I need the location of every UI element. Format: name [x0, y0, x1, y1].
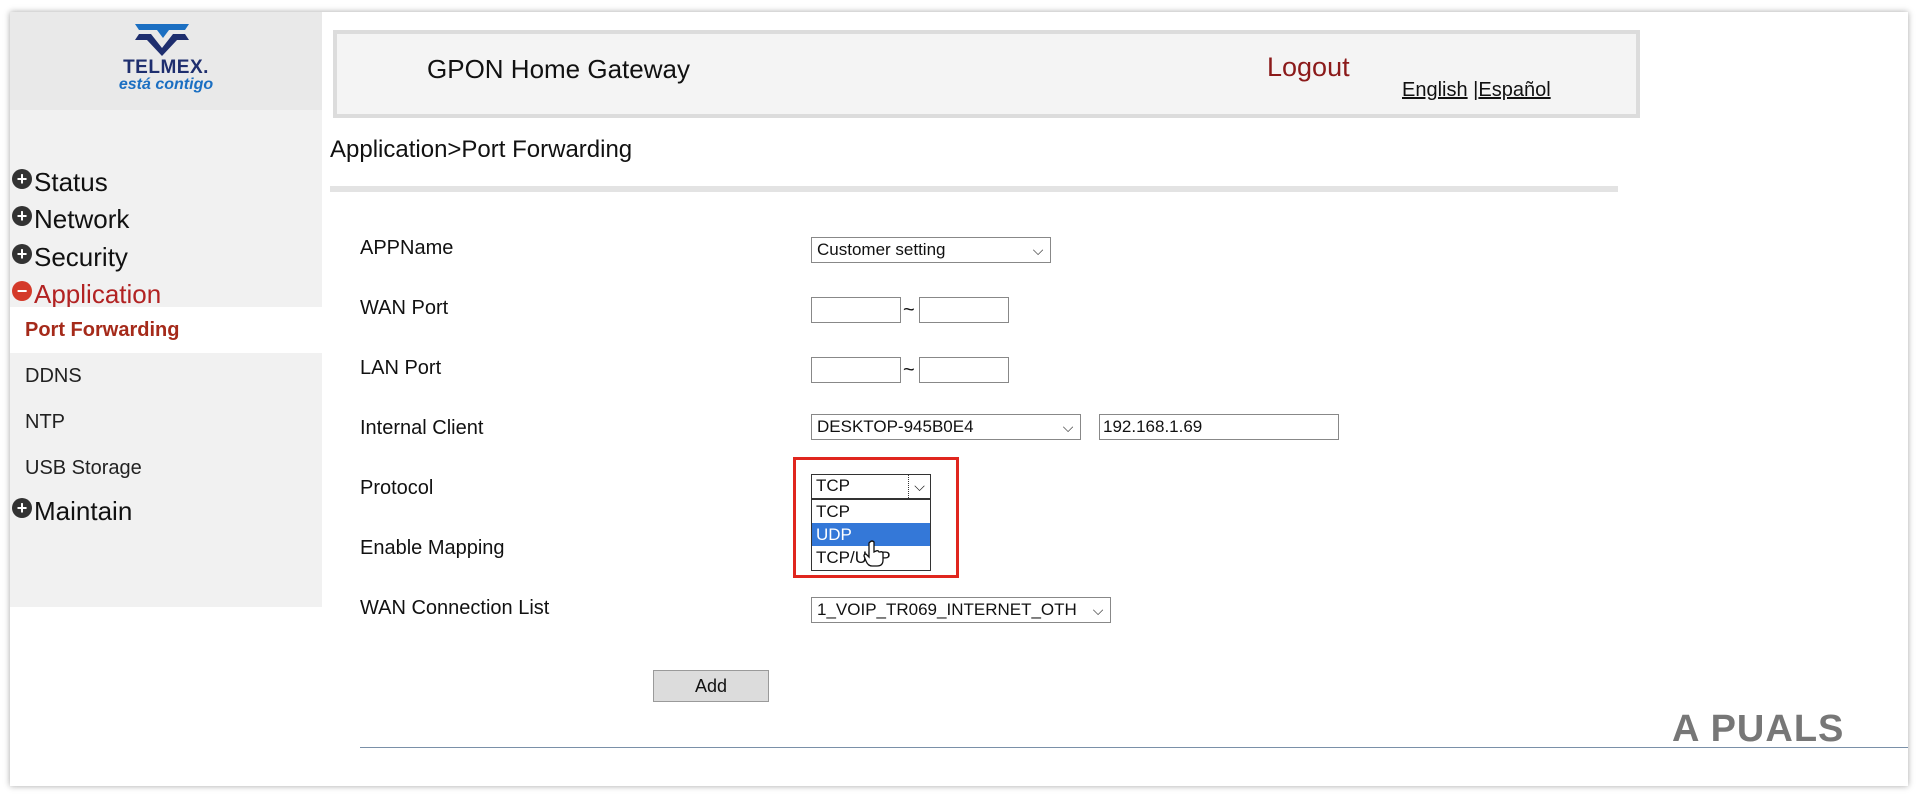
nav-maintain[interactable]: + Maintain — [12, 491, 132, 531]
wan-port-label: WAN Port — [360, 297, 449, 319]
nav-maintain-label: Maintain — [34, 496, 133, 526]
logout-link[interactable]: Logout — [1267, 52, 1350, 83]
wan-port-end-input[interactable] — [919, 297, 1009, 323]
chevron-down-icon: ⌵ — [1062, 419, 1074, 435]
nav-application-label: Application — [34, 279, 162, 309]
appname-label: APPName — [360, 237, 454, 259]
wan-connection-select[interactable]: 1_VOIP_TR069_INTERNET_OTH ⌵ — [811, 597, 1111, 623]
telmex-logo-icon — [135, 24, 189, 56]
lan-port-range-separator: ~ — [903, 359, 915, 381]
sidebar-item-ntp[interactable]: NTP — [10, 399, 322, 445]
chevron-down-icon: ⌵ — [908, 475, 930, 498]
nav-network-label: Network — [34, 204, 130, 234]
protocol-select-value: TCP — [816, 476, 850, 495]
wan-port-start-input[interactable] — [811, 297, 901, 323]
protocol-option-tcp[interactable]: TCP — [812, 500, 930, 523]
internal-client-label: Internal Client — [360, 417, 484, 439]
internal-client-select[interactable]: DESKTOP-945B0E4 ⌵ — [811, 414, 1081, 440]
page-header: GPON Home Gateway Logout English |Españo… — [333, 30, 1640, 118]
sidebar-item-ddns[interactable]: DDNS — [10, 353, 322, 399]
lan-port-end-input[interactable] — [919, 357, 1009, 383]
sidebar: TELMEX. está contigo + Status + Network + S… — [10, 12, 322, 607]
section-divider — [330, 186, 1618, 192]
appuals-watermark: A PUALS — [1672, 708, 1845, 750]
wan-connection-list-label: WAN Connection List — [360, 597, 550, 619]
lang-spanish-link[interactable]: Español — [1478, 79, 1550, 101]
breadcrumb: Application>Port Forwarding — [330, 136, 633, 163]
protocol-label: Protocol — [360, 477, 434, 499]
expand-plus-icon: + — [12, 498, 32, 518]
protocol-select[interactable]: TCP ⌵ — [811, 474, 931, 499]
sidebar-item-usb-storage[interactable]: USB Storage — [10, 445, 322, 491]
page-title: GPON Home Gateway — [427, 54, 690, 84]
nav-status[interactable]: + Status — [12, 162, 108, 202]
hand-cursor-icon — [863, 540, 884, 567]
internal-client-select-value: DESKTOP-945B0E4 — [817, 417, 974, 436]
brand-tagline: está contigo — [118, 76, 214, 93]
telmex-logo: TELMEX. está contigo — [10, 12, 322, 110]
router-admin-frame: TELMEX. está contigo + Status + Network + S… — [10, 12, 1908, 786]
sidebar-item-port-forwarding[interactable]: Port Forwarding — [10, 307, 322, 353]
add-button[interactable]: Add — [653, 670, 769, 702]
appname-select-value: Customer setting — [817, 240, 946, 259]
language-switcher: English |Español — [1402, 79, 1551, 102]
chevron-down-icon: ⌵ — [1092, 602, 1104, 618]
expand-plus-icon: + — [12, 244, 32, 264]
lan-port-start-input[interactable] — [811, 357, 901, 383]
wan-connection-select-value: 1_VOIP_TR069_INTERNET_OTH — [817, 600, 1077, 619]
nav-security[interactable]: + Security — [12, 237, 128, 277]
nav-security-label: Security — [34, 242, 128, 272]
appname-select[interactable]: Customer setting ⌵ — [811, 237, 1051, 263]
collapse-minus-icon: − — [12, 281, 32, 301]
enable-mapping-label: Enable Mapping — [360, 537, 505, 559]
internal-client-ip-input[interactable]: 192.168.1.69 — [1099, 414, 1339, 440]
lang-english-link[interactable]: English — [1402, 79, 1468, 101]
nav-status-label: Status — [34, 167, 108, 197]
expand-plus-icon: + — [12, 206, 32, 226]
expand-plus-icon: + — [12, 169, 32, 189]
chevron-down-icon: ⌵ — [1032, 242, 1044, 258]
wan-port-range-separator: ~ — [903, 299, 915, 321]
nav-network[interactable]: + Network — [12, 199, 129, 239]
lan-port-label: LAN Port — [360, 357, 442, 379]
